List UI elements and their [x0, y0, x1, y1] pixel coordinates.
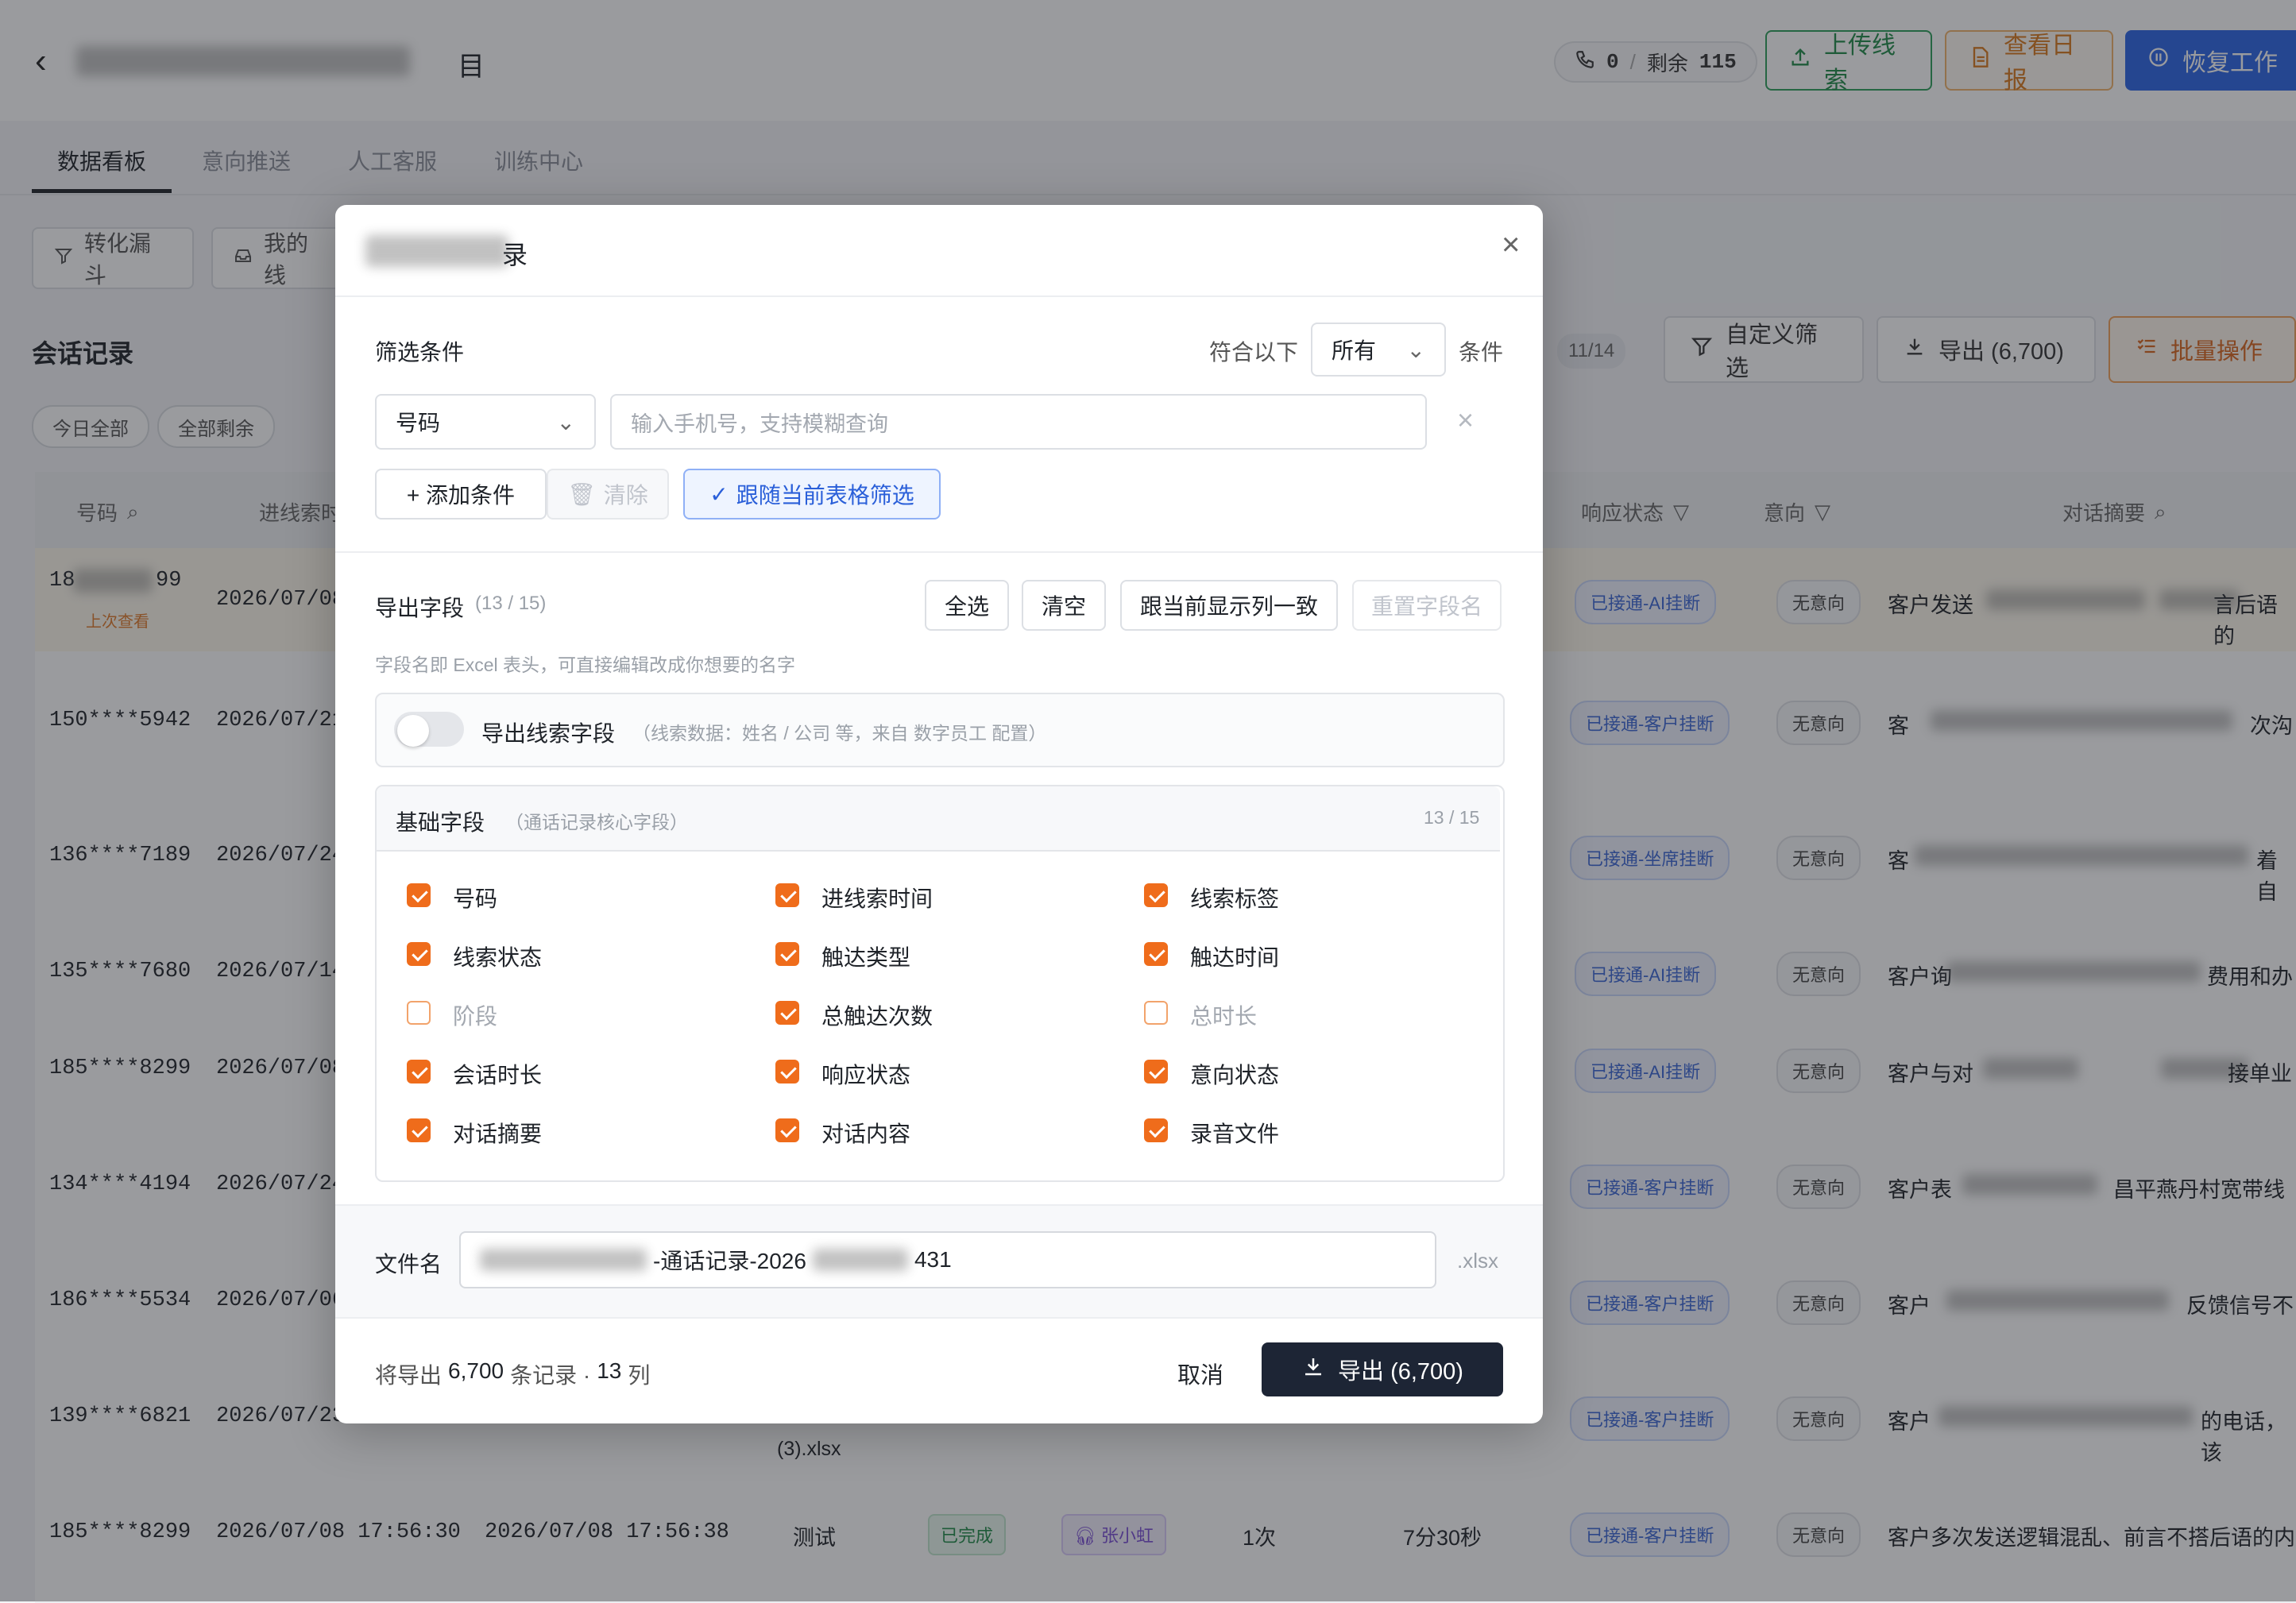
filename-redacted [480, 1249, 647, 1271]
field-checkbox-label[interactable]: 响应状态 [821, 1058, 910, 1090]
field-checkbox-label[interactable]: 触达时间 [1190, 941, 1279, 972]
field-checkbox-label[interactable]: 总触达次数 [821, 999, 933, 1031]
field-checkbox[interactable] [407, 942, 431, 966]
field-checkbox[interactable] [1144, 1060, 1168, 1083]
phone-search-placeholder: 输入手机号，支持模糊查询 [631, 411, 888, 436]
filename-label: 文件名 [375, 1252, 443, 1277]
divider [335, 295, 1543, 297]
export-button-label: 导出 (6,700) [1338, 1359, 1463, 1385]
match-mode-select[interactable]: 所有 ⌄ [1311, 323, 1446, 377]
clear-conditions-label: 清除 [603, 483, 648, 508]
field-checkbox-label[interactable]: 线索状态 [453, 941, 542, 972]
field-checkbox-label[interactable]: 录音文件 [1190, 1117, 1279, 1149]
filename-extension: .xlsx [1457, 1249, 1498, 1273]
export-fields-count: (13 / 15) [475, 593, 547, 614]
dialog-title-suffix: 录 [502, 241, 528, 269]
field-checkbox[interactable] [407, 883, 431, 907]
field-checkbox-label[interactable]: 对话摘要 [453, 1117, 542, 1149]
filter-label: 筛选条件 [375, 340, 465, 365]
field-checkbox[interactable] [1144, 942, 1168, 966]
field-checkbox-label[interactable]: 对话内容 [821, 1117, 910, 1149]
field-checkbox[interactable] [775, 1060, 799, 1083]
field-checkbox[interactable] [775, 942, 799, 966]
field-checkbox-label[interactable]: 会话时长 [453, 1058, 542, 1090]
filename-end: 431 [914, 1247, 952, 1272]
download-icon [1301, 1354, 1325, 1385]
field-checkbox[interactable] [407, 1118, 431, 1142]
field-checkbox[interactable] [1144, 883, 1168, 907]
chevron-down-icon: ⌄ [556, 409, 575, 435]
field-checkbox[interactable] [1144, 1001, 1168, 1025]
phone-search-input[interactable]: 输入手机号，支持模糊查询 [610, 394, 1427, 450]
check-icon: ✓ [709, 481, 729, 507]
field-checkbox-label[interactable]: 号码 [453, 882, 497, 914]
summary-columns: 13 [597, 1358, 622, 1383]
match-mode-value: 所有 [1332, 338, 1377, 363]
summary-prefix: 将导出 [375, 1363, 443, 1388]
filter-field-value: 号码 [396, 411, 441, 435]
field-checkbox-label[interactable]: 总时长 [1190, 999, 1257, 1031]
cancel-button[interactable]: 取消 [1177, 1357, 1223, 1390]
lead-fields-hint: （线索数据：姓名 / 公司 等，来自 数字员工 配置） [632, 723, 1047, 744]
field-checkbox[interactable] [775, 1001, 799, 1025]
summary-suffix: 列 [628, 1363, 651, 1388]
basic-fields-count: 13 / 15 [1424, 807, 1480, 828]
match-suffix: 条件 [1459, 340, 1504, 365]
dialog-title-redacted [365, 235, 508, 267]
filename-redacted [812, 1249, 908, 1271]
follow-table-filter-label: 跟随当前表格筛选 [736, 483, 914, 508]
summary-mid: 条记录 · [510, 1363, 591, 1388]
follow-table-filter-button[interactable]: ✓ 跟随当前表格筛选 [683, 469, 941, 520]
clear-fields-button[interactable]: 清空 [1022, 580, 1106, 631]
field-checkbox[interactable] [407, 1060, 431, 1083]
close-icon[interactable]: × [1502, 227, 1520, 263]
summary-count: 6,700 [448, 1358, 504, 1383]
export-fields-label: 导出字段 [375, 596, 465, 620]
field-checkbox-label[interactable]: 线索标签 [1190, 882, 1279, 914]
field-checkbox[interactable] [775, 883, 799, 907]
chevron-down-icon: ⌄ [1406, 337, 1425, 362]
switch-knob [397, 715, 429, 747]
add-condition-button[interactable]: + 添加条件 [375, 469, 547, 520]
clear-conditions-button[interactable]: 🗑︎ 清除 [547, 469, 669, 520]
field-checkbox[interactable] [1144, 1118, 1168, 1142]
field-checkbox-label[interactable]: 进线索时间 [821, 882, 933, 914]
basic-fields-title: 基础字段 [396, 810, 485, 835]
export-summary: 将导出 6,700 条记录 · 13 列 [375, 1358, 650, 1390]
divider [335, 551, 1543, 553]
filename-input[interactable]: -通话记录-2026 431 [459, 1231, 1436, 1288]
export-button[interactable]: 导出 (6,700) [1262, 1342, 1503, 1396]
field-checkbox-label[interactable]: 触达类型 [821, 941, 910, 972]
lead-fields-label: 导出线索字段 [481, 721, 616, 746]
select-all-button[interactable]: 全选 [925, 580, 1009, 631]
field-checkbox-label[interactable]: 阶段 [453, 999, 497, 1031]
field-checkbox-label[interactable]: 意向状态 [1190, 1058, 1279, 1090]
field-hint: 字段名即 Excel 表头，可直接编辑改成你想要的名字 [375, 655, 796, 675]
basic-fields-hint: （通话记录核心字段） [505, 812, 688, 832]
reset-field-names-button[interactable]: 重置字段名 [1352, 580, 1502, 631]
match-visible-columns-button[interactable]: 跟当前显示列一致 [1120, 580, 1338, 631]
trash-icon: 🗑︎ [567, 481, 596, 507]
filter-field-select[interactable]: 号码 ⌄ [375, 394, 596, 450]
filename-middle: -通话记录-2026 [653, 1249, 806, 1273]
field-checkbox[interactable] [407, 1001, 431, 1025]
remove-condition-icon[interactable]: × [1457, 404, 1474, 437]
field-checkbox[interactable] [775, 1118, 799, 1142]
match-prefix: 符合以下 [1209, 340, 1299, 365]
